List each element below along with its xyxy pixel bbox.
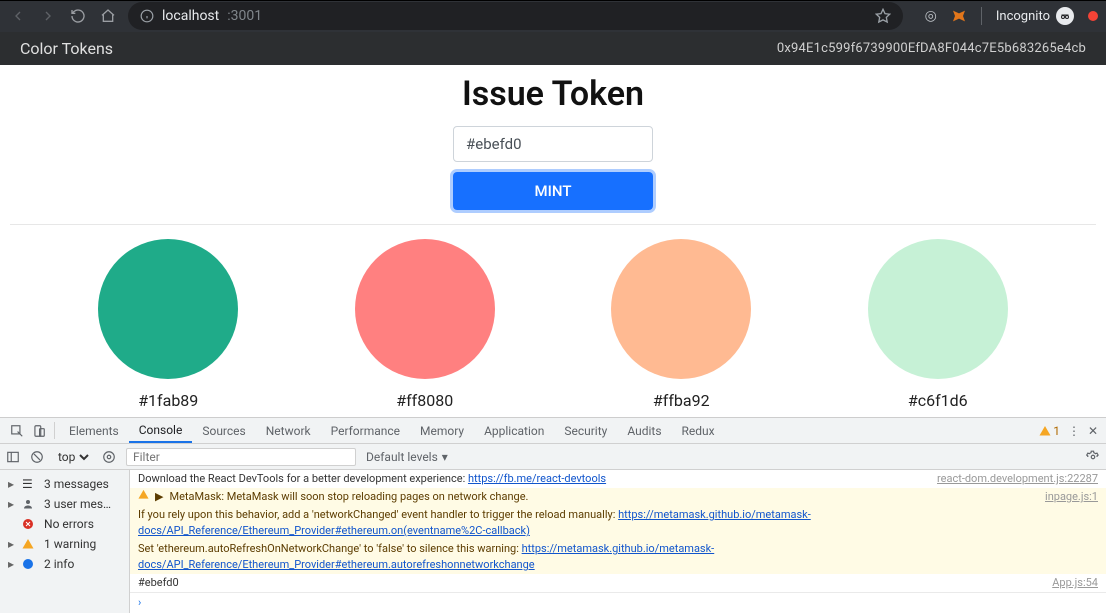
devtools-tab-sources[interactable]: Sources [192, 418, 255, 443]
sidebar-item-user[interactable]: ▸3 user mes… [0, 494, 129, 514]
console-row[interactable]: Download the React DevTools for a better… [130, 470, 1106, 488]
sidebar-item-warnings[interactable]: ▸1 warning [0, 534, 129, 554]
token-circle [611, 239, 751, 379]
console-sidebar: ▸☰3 messages ▸3 user mes… ▸No errors ▸1 … [0, 470, 130, 613]
console-row[interactable]: #ebefd0App.js:54 [130, 574, 1106, 592]
console-source-link[interactable]: react-dom.development.js:22287 [937, 471, 1098, 487]
record-icon[interactable] [1088, 11, 1098, 21]
token-label: #c6f1d6 [908, 391, 968, 410]
nav-back-icon[interactable] [8, 6, 28, 26]
token-label: #1fab89 [138, 391, 198, 410]
console-filter-bar: top Default levels ▾ [0, 444, 1106, 470]
address-bar[interactable]: localhost :3001 [128, 2, 903, 30]
metamask-icon[interactable] [951, 8, 967, 24]
mint-button[interactable]: MINT [453, 172, 653, 210]
page-content: Issue Token MINT #1fab89 #ff8080 #ffba92 #c… [0, 65, 1106, 417]
context-select[interactable]: top [54, 449, 92, 465]
url-host: localhost [162, 8, 219, 24]
devtools-tab-security[interactable]: Security [554, 418, 617, 443]
home-icon[interactable] [98, 6, 118, 26]
token-item: #ff8080 [355, 239, 495, 410]
token-item: #c6f1d6 [868, 239, 1008, 410]
console-output[interactable]: Download the React DevTools for a better… [130, 470, 1106, 613]
chrome-right-icons: ◎ Incognito [925, 7, 1098, 25]
console-row[interactable]: Set 'ethereum.autoRefreshOnNetworkChange… [130, 540, 1106, 574]
sidebar-item-errors[interactable]: ▸No errors [0, 514, 129, 534]
devtools-tab-console[interactable]: Console [129, 418, 193, 443]
console-source-link[interactable]: inpage.js:1 [1045, 489, 1098, 505]
devtools-tab-network[interactable]: Network [256, 418, 321, 443]
color-input[interactable] [453, 126, 653, 162]
sidebar-item-messages[interactable]: ▸☰3 messages [0, 474, 129, 494]
token-circle [98, 239, 238, 379]
nav-forward-icon[interactable] [38, 6, 58, 26]
incognito-icon[interactable] [1056, 7, 1074, 25]
token-item: #ffba92 [611, 239, 751, 410]
levels-select[interactable]: Default levels ▾ [366, 450, 448, 464]
clear-icon[interactable] [30, 450, 44, 464]
console-row[interactable]: ▶MetaMask: MetaMask will soon stop reloa… [130, 488, 1106, 506]
devtools-tab-performance[interactable]: Performance [321, 418, 410, 443]
divider [54, 422, 55, 439]
device-icon[interactable] [28, 418, 50, 443]
devtools-tab-memory[interactable]: Memory [410, 418, 474, 443]
incognito-label: Incognito [996, 9, 1050, 24]
kebab-icon[interactable]: ⋮ [1068, 424, 1080, 438]
warning-count: 1 [1053, 424, 1060, 438]
token-circle [868, 239, 1008, 379]
page-heading: Issue Token [0, 74, 1106, 114]
close-icon[interactable]: ✕ [1088, 424, 1098, 438]
gear-icon[interactable] [1086, 450, 1100, 464]
token-label: #ff8080 [396, 391, 453, 410]
live-expression-icon[interactable] [102, 450, 116, 464]
devtools-tab-redux[interactable]: Redux [672, 418, 725, 443]
devtools-tab-application[interactable]: Application [474, 418, 554, 443]
extension-icon[interactable]: ◎ [925, 8, 937, 24]
console-source-link[interactable]: App.js:54 [1052, 575, 1098, 591]
devtools-tabs: ElementsConsoleSourcesNetworkPerformance… [0, 418, 1106, 444]
app-title: Color Tokens [20, 39, 113, 58]
levels-label: Default levels [366, 450, 438, 464]
wallet-address: 0x94E1c599f6739900EfDA8F044c7E5b683265e4… [777, 41, 1086, 56]
bookmark-icon[interactable] [875, 8, 891, 24]
site-info-icon[interactable] [140, 9, 154, 23]
url-port: :3001 [227, 8, 262, 24]
warning-count-badge[interactable]: 1 [1039, 424, 1060, 438]
filter-input[interactable] [126, 448, 356, 466]
chevron-down-icon: ▾ [442, 450, 448, 464]
app-header: Color Tokens 0x94E1c599f6739900EfDA8F044… [0, 32, 1106, 65]
sidebar-item-info[interactable]: ▸2 info [0, 554, 129, 574]
inspect-icon[interactable] [6, 418, 28, 443]
reload-icon[interactable] [68, 6, 88, 26]
console-row[interactable]: If you rely upon this behavior, add a 'n… [130, 506, 1106, 540]
devtools-tab-audits[interactable]: Audits [617, 418, 671, 443]
token-item: #1fab89 [98, 239, 238, 410]
devtools-panel: ElementsConsoleSourcesNetworkPerformance… [0, 417, 1106, 613]
browser-chrome: localhost :3001 ◎ Incognito [0, 0, 1106, 32]
tokens-row: #1fab89 #ff8080 #ffba92 #c6f1d6 [0, 225, 1106, 417]
sidebar-toggle-icon[interactable] [6, 450, 20, 464]
console-prompt[interactable]: › [130, 592, 1106, 613]
token-circle [355, 239, 495, 379]
token-label: #ffba92 [653, 391, 710, 410]
divider [981, 7, 982, 25]
devtools-tab-elements[interactable]: Elements [59, 418, 129, 443]
